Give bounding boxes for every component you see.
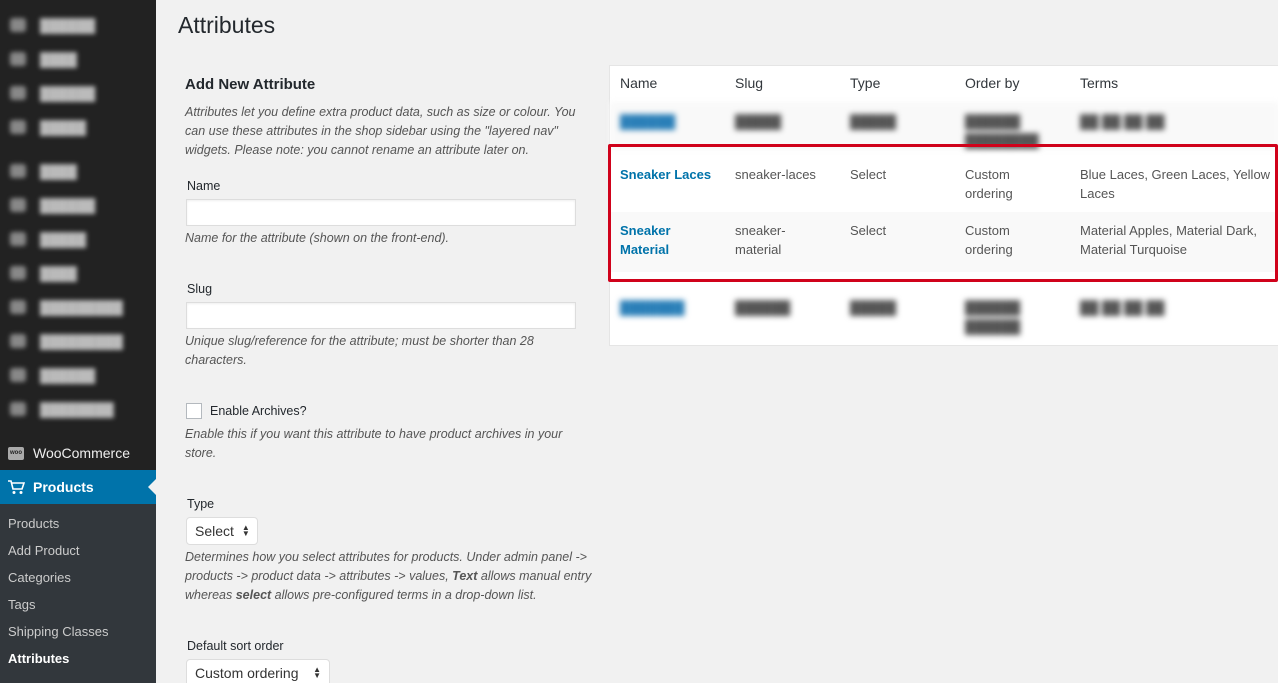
column-header-terms[interactable]: Terms — [1080, 75, 1118, 91]
sidebar-item-blurred[interactable]: █████████ — [0, 324, 156, 358]
menu-icon — [10, 368, 26, 382]
type-description: Determines how you select attributes for… — [185, 550, 592, 602]
woocommerce-icon: woo — [7, 445, 25, 461]
menu-icon — [10, 300, 26, 314]
submenu-item-add-product[interactable]: Add Product — [0, 540, 156, 567]
sidebar-item-label: Products — [33, 479, 94, 495]
sort-order-select[interactable]: Custom ordering ▲ ▼ — [186, 659, 330, 683]
name-label: Name — [187, 179, 221, 193]
column-header-type[interactable]: Type — [850, 75, 880, 91]
name-input[interactable] — [186, 199, 576, 226]
menu-icon — [10, 52, 26, 66]
submenu-item-categories[interactable]: Categories — [0, 567, 156, 594]
sidebar-item-blurred[interactable]: ██████ — [0, 188, 156, 222]
slug-input[interactable] — [186, 302, 576, 329]
highlight-box — [608, 144, 1278, 282]
menu-icon — [10, 334, 26, 348]
submenu-item-shipping-classes[interactable]: Shipping Classes — [0, 621, 156, 648]
type-select[interactable]: Select ▲ ▼ — [186, 517, 258, 545]
sidebar-item-blurred[interactable]: ██████ — [0, 76, 156, 110]
slug-description: Unique slug/reference for the attribute;… — [185, 334, 534, 367]
name-description: Name for the attribute (shown on the fro… — [185, 231, 450, 245]
cart-icon — [7, 479, 25, 495]
type-label: Type — [187, 497, 215, 511]
select-arrows-icon: ▲ ▼ — [241, 523, 250, 538]
form-intro: Attributes let you define extra product … — [185, 105, 576, 157]
sidebar-item-woocommerce[interactable]: woo WooCommerce — [0, 437, 156, 469]
menu-icon — [10, 164, 26, 178]
slug-label: Slug — [187, 282, 213, 296]
sidebar-item-blurred[interactable]: █████ — [0, 222, 156, 256]
enable-archives-label: Enable Archives? — [210, 404, 307, 418]
sidebar-item-blurred[interactable]: ████████ — [0, 392, 156, 426]
menu-icon — [10, 232, 26, 246]
column-header-slug[interactable]: Slug — [735, 75, 763, 91]
type-select-value: Select — [195, 523, 234, 539]
select-arrows-icon: ▲ ▼ — [313, 665, 321, 680]
menu-icon — [10, 120, 26, 134]
submenu-item-attributes[interactable]: Attributes — [0, 648, 156, 675]
menu-icon — [10, 266, 26, 280]
sidebar-item-blurred[interactable]: ██████ — [0, 8, 156, 42]
column-header-name[interactable]: Name — [620, 75, 657, 91]
menu-icon — [10, 402, 26, 416]
archives-row: Enable Archives? — [186, 403, 307, 419]
enable-archives-checkbox[interactable] — [186, 403, 202, 419]
sort-order-label: Default sort order — [187, 639, 284, 653]
sidebar-item-blurred[interactable]: ████ — [0, 154, 156, 188]
sidebar-item-products[interactable]: Products — [0, 470, 156, 504]
submenu-item-products[interactable]: Products — [0, 513, 156, 540]
menu-icon — [10, 18, 26, 32]
products-submenu: Products Add Product Categories Tags Shi… — [0, 504, 156, 683]
sidebar-item-blurred[interactable]: █████████ — [0, 290, 156, 324]
table-row-blurred: ███████ ██████ █████ ██████ ██████ ██ ██ … — [620, 300, 1165, 334]
page-title: Attributes — [178, 12, 276, 38]
menu-icon — [10, 198, 26, 212]
menu-icon — [10, 86, 26, 100]
sidebar-item-blurred[interactable]: ████ — [0, 42, 156, 76]
table-row-blurred: ██████ █████ █████ ██████ ████████ ██ ██ … — [610, 102, 1278, 150]
archives-description: Enable this if you want this attribute t… — [185, 427, 563, 460]
sidebar-item-blurred[interactable]: █████ — [0, 110, 156, 144]
sort-order-select-value: Custom ordering — [195, 665, 299, 681]
column-header-order-by[interactable]: Order by — [965, 75, 1019, 91]
sidebar-item-blurred[interactable]: ████ — [0, 256, 156, 290]
admin-sidebar: ██████ ████ ██████ █████ ████ ██████ ███… — [0, 0, 156, 683]
sidebar-item-blurred[interactable]: ██████ — [0, 358, 156, 392]
sidebar-item-label: WooCommerce — [33, 445, 130, 461]
form-heading: Add New Attribute — [185, 76, 316, 93]
add-attribute-form: Add New Attribute Attributes let you def… — [185, 76, 597, 160]
submenu-item-tags[interactable]: Tags — [0, 594, 156, 621]
